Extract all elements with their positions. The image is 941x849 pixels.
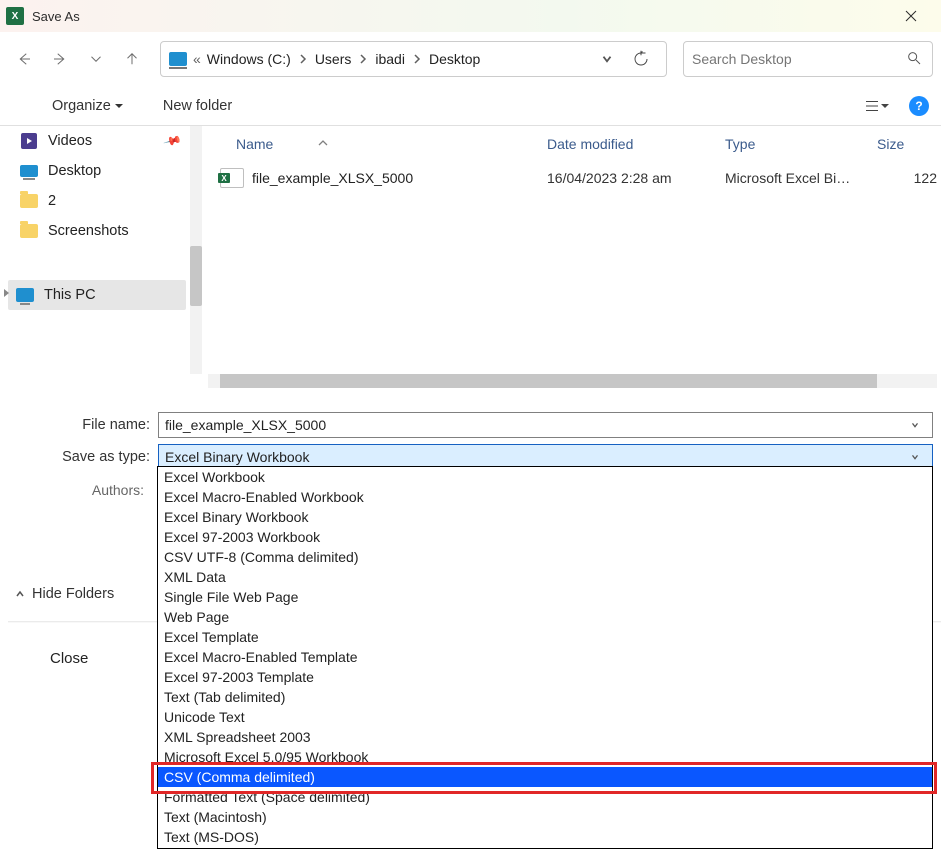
dropdown-option[interactable]: Web Page xyxy=(158,607,932,627)
h-scrollbar-thumb[interactable] xyxy=(220,374,877,388)
dropdown-option[interactable]: Excel Workbook xyxy=(158,467,932,487)
pc-icon xyxy=(16,287,34,303)
breadcrumb-part[interactable]: Windows (C:) xyxy=(207,51,291,67)
videos-icon xyxy=(20,133,38,149)
sidebar: Videos 📌 Desktop 2 Screenshots This PC xyxy=(8,126,186,310)
sidebar-item-label: Videos xyxy=(48,133,92,149)
chevron-right-icon[interactable] xyxy=(411,53,423,65)
dropdown-option[interactable]: Excel Binary Workbook xyxy=(158,507,932,527)
column-headers: Name Date modified Type Size xyxy=(208,126,937,162)
window-title: Save As xyxy=(32,9,80,24)
sidebar-item-folder-2[interactable]: 2 xyxy=(8,186,186,216)
sidebar-item-videos[interactable]: Videos 📌 xyxy=(8,126,186,156)
breadcrumb-part[interactable]: ibadi xyxy=(375,51,405,67)
dropdown-option[interactable]: Unicode Text xyxy=(158,707,932,727)
file-list: Name Date modified Type Size file_exampl… xyxy=(208,126,937,194)
search-box[interactable] xyxy=(683,41,933,77)
chevron-down-icon[interactable] xyxy=(904,452,926,462)
pin-icon: 📌 xyxy=(163,131,183,151)
close-button[interactable]: Close xyxy=(50,650,88,667)
chevron-right-icon[interactable] xyxy=(297,53,309,65)
column-label: Name xyxy=(236,136,273,152)
forward-button[interactable] xyxy=(44,43,76,75)
chevron-right-icon[interactable] xyxy=(357,53,369,65)
desktop-icon xyxy=(20,163,38,179)
nav-toolbar: « Windows (C:) Users ibadi Desktop xyxy=(0,32,941,86)
dropdown-option[interactable]: Single File Web Page xyxy=(158,587,932,607)
file-date-cell: 16/04/2023 2:28 am xyxy=(547,170,725,186)
h-scrollbar[interactable] xyxy=(208,374,937,388)
search-input[interactable] xyxy=(692,51,924,67)
chevron-down-icon[interactable] xyxy=(600,52,614,66)
recent-locations-button[interactable] xyxy=(80,43,112,75)
file-name-combobox[interactable] xyxy=(158,412,933,438)
dropdown-option[interactable]: Excel 97-2003 Workbook xyxy=(158,527,932,547)
breadcrumb-part[interactable]: Desktop xyxy=(429,51,480,67)
dropdown-option[interactable]: CSV UTF-8 (Comma delimited) xyxy=(158,547,932,567)
save-as-type-label: Save as type: xyxy=(8,449,158,465)
search-icon xyxy=(906,50,922,69)
sidebar-scrollbar[interactable] xyxy=(190,126,202,374)
sidebar-item-screenshots[interactable]: Screenshots xyxy=(8,216,186,246)
hide-folders-button[interactable]: Hide Folders xyxy=(14,586,114,602)
authors-label: Authors: xyxy=(0,482,150,498)
view-button[interactable] xyxy=(863,97,881,115)
dropdown-option[interactable]: Text (Macintosh) xyxy=(158,807,932,827)
file-name-input[interactable] xyxy=(165,417,904,433)
chevron-down-icon xyxy=(115,98,123,114)
dropdown-option[interactable]: Excel Macro-Enabled Template xyxy=(158,647,932,667)
hide-folders-label: Hide Folders xyxy=(32,586,114,602)
file-type-cell: Microsoft Excel Bi… xyxy=(725,170,877,186)
file-row[interactable]: file_example_XLSX_5000 16/04/2023 2:28 a… xyxy=(208,162,937,194)
drive-icon xyxy=(169,52,187,66)
dropdown-option[interactable]: Excel 97-2003 Template xyxy=(158,667,932,687)
save-as-type-dropdown[interactable]: Excel WorkbookExcel Macro-Enabled Workbo… xyxy=(157,466,933,849)
save-as-type-value: Excel Binary Workbook xyxy=(165,449,904,465)
folder-icon xyxy=(20,223,38,239)
dropdown-option[interactable]: Excel Template xyxy=(158,627,932,647)
breadcrumb[interactable]: « Windows (C:) Users ibadi Desktop xyxy=(160,41,667,77)
view-dropdown-button[interactable] xyxy=(881,102,889,110)
organize-button[interactable]: Organize xyxy=(52,98,123,114)
sidebar-item-desktop[interactable]: Desktop xyxy=(8,156,186,186)
dropdown-option[interactable]: CSV (Comma delimited) xyxy=(158,767,932,787)
dropdown-option[interactable]: XML Spreadsheet 2003 xyxy=(158,727,932,747)
up-button[interactable] xyxy=(116,43,148,75)
excel-file-icon xyxy=(220,168,244,188)
sidebar-item-this-pc[interactable]: This PC xyxy=(8,280,186,310)
save-fields: File name: Save as type: Excel Binary Wo… xyxy=(0,410,941,472)
sidebar-item-label: 2 xyxy=(48,193,56,209)
help-button[interactable]: ? xyxy=(909,96,929,116)
column-header-size[interactable]: Size xyxy=(877,136,937,152)
dropdown-option[interactable]: Microsoft Excel 5.0/95 Workbook xyxy=(158,747,932,767)
dropdown-option[interactable]: Excel Macro-Enabled Workbook xyxy=(158,487,932,507)
breadcrumb-part[interactable]: Users xyxy=(315,51,352,67)
sort-icon xyxy=(317,137,329,149)
sidebar-scrollbar-thumb[interactable] xyxy=(190,246,202,306)
column-header-type[interactable]: Type xyxy=(725,136,877,152)
titlebar: Save As xyxy=(0,0,941,32)
organize-label: Organize xyxy=(52,98,111,114)
file-size-cell: 122 xyxy=(877,170,937,186)
sidebar-item-label: This PC xyxy=(44,287,96,303)
dropdown-option[interactable]: XML Data xyxy=(158,567,932,587)
breadcrumb-prefix: « xyxy=(193,51,201,67)
sidebar-item-label: Screenshots xyxy=(48,223,129,239)
file-name-cell: file_example_XLSX_5000 xyxy=(252,170,547,186)
excel-icon xyxy=(6,7,24,25)
dropdown-option[interactable]: Text (MS-DOS) xyxy=(158,827,932,847)
refresh-button[interactable] xyxy=(624,41,658,77)
close-icon[interactable] xyxy=(891,4,931,28)
chevron-down-icon[interactable] xyxy=(904,420,926,430)
column-header-date[interactable]: Date modified xyxy=(547,136,725,152)
back-button[interactable] xyxy=(8,43,40,75)
dropdown-option[interactable]: Text (Tab delimited) xyxy=(158,687,932,707)
sidebar-item-label: Desktop xyxy=(48,163,101,179)
new-folder-button[interactable]: New folder xyxy=(163,98,232,114)
action-bar: Organize New folder ? xyxy=(0,86,941,126)
dropdown-option[interactable]: Formatted Text (Space delimited) xyxy=(158,787,932,807)
folder-icon xyxy=(20,193,38,209)
file-name-label: File name: xyxy=(8,417,158,433)
column-header-name[interactable]: Name xyxy=(208,136,547,152)
